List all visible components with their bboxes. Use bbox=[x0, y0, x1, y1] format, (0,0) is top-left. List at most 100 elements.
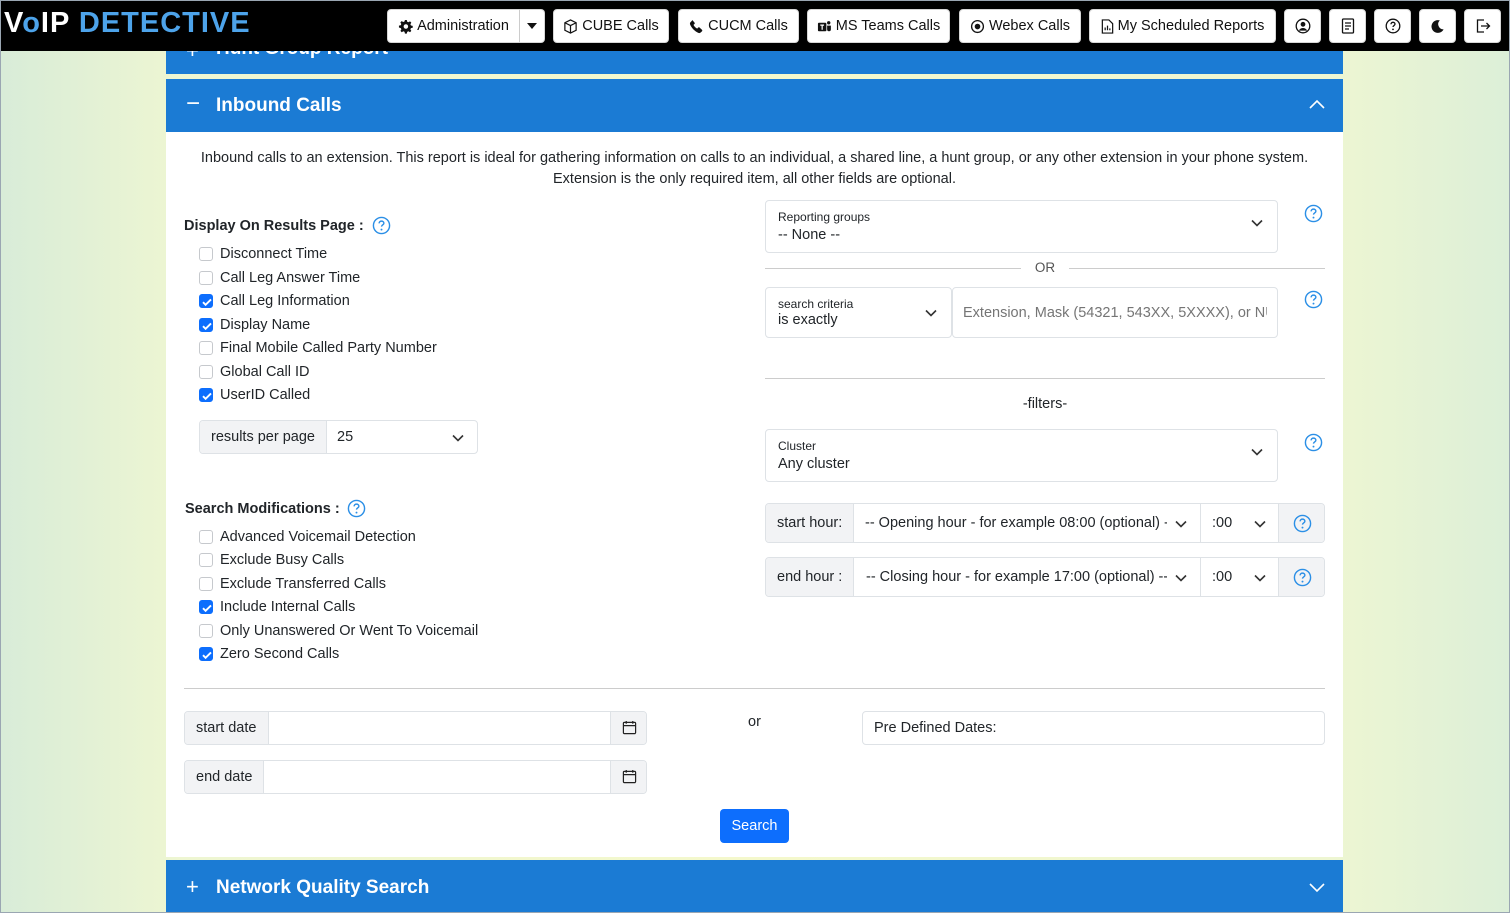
checkbox[interactable] bbox=[199, 341, 213, 355]
display-on-results-heading: Display On Results Page : bbox=[184, 218, 364, 234]
question-circle-icon[interactable] bbox=[1304, 433, 1323, 452]
record-circle-icon bbox=[970, 19, 985, 33]
documentation-button[interactable] bbox=[1329, 9, 1366, 43]
checkbox[interactable] bbox=[199, 623, 213, 638]
document-icon bbox=[1341, 18, 1354, 34]
reporting-groups-select[interactable]: Reporting groups -- None -- bbox=[765, 200, 1278, 253]
user-circle-icon bbox=[1295, 18, 1310, 34]
checkbox-label[interactable]: Include Internal Calls bbox=[220, 599, 355, 615]
start-minutes-select[interactable]: :00 bbox=[1212, 504, 1252, 542]
chevron-up-icon bbox=[1309, 99, 1325, 109]
checkbox-label[interactable]: UserID Called bbox=[220, 387, 310, 403]
my-scheduled-reports-button[interactable]: My Scheduled Reports bbox=[1089, 9, 1276, 43]
webex-calls-label: Webex Calls bbox=[988, 18, 1071, 34]
end-date-picker-button[interactable] bbox=[610, 761, 646, 793]
cucm-calls-button[interactable]: CUCM Calls bbox=[678, 9, 799, 43]
calendar-icon bbox=[622, 769, 637, 784]
checkbox-label[interactable]: Display Name bbox=[220, 317, 310, 333]
divider bbox=[184, 688, 1325, 689]
start-hour-group: start hour: -- Opening hour - for exampl… bbox=[765, 503, 1325, 543]
predefined-dates-select[interactable]: Pre Defined Dates: bbox=[862, 711, 1325, 745]
checkbox[interactable] bbox=[199, 270, 213, 285]
expand-icon: + bbox=[186, 874, 199, 899]
checkbox[interactable] bbox=[199, 388, 213, 402]
results-per-page-label: results per page bbox=[200, 421, 327, 453]
checkbox-label[interactable]: Exclude Transferred Calls bbox=[220, 576, 386, 592]
profile-button[interactable] bbox=[1284, 9, 1321, 43]
end-date-input[interactable] bbox=[264, 761, 611, 793]
administration-dropdown-toggle[interactable] bbox=[519, 9, 545, 43]
checkbox[interactable] bbox=[199, 530, 213, 544]
checkbox[interactable] bbox=[199, 294, 213, 308]
search-button[interactable]: Search bbox=[720, 809, 789, 843]
file-chart-icon bbox=[1101, 18, 1113, 34]
webex-calls-button[interactable]: Webex Calls bbox=[959, 9, 1081, 43]
end-hour-group: end hour : -- Closing hour - for example… bbox=[765, 557, 1325, 597]
checkbox[interactable] bbox=[199, 647, 213, 661]
question-circle-icon bbox=[1293, 514, 1312, 533]
checkbox-label[interactable]: Exclude Busy Calls bbox=[220, 552, 344, 568]
checkbox[interactable] bbox=[199, 247, 213, 261]
ms-teams-calls-label: MS Teams Calls bbox=[835, 18, 941, 34]
checkbox[interactable] bbox=[199, 576, 213, 591]
filters-label: -filters- bbox=[1022, 396, 1068, 412]
results-per-page-group: results per page 25 bbox=[199, 420, 478, 454]
voip-detective-logo[interactable]: VoIP DETECTIVE bbox=[4, 4, 251, 42]
collapse-icon: − bbox=[186, 90, 201, 117]
dark-mode-toggle[interactable] bbox=[1419, 9, 1456, 43]
divider bbox=[1069, 268, 1325, 269]
help-button[interactable] bbox=[1374, 9, 1411, 43]
cluster-select[interactable]: Cluster Any cluster bbox=[765, 429, 1278, 482]
start-hour-label: start hour: bbox=[766, 504, 854, 542]
checkbox-label[interactable]: Only Unanswered Or Went To Voicemail bbox=[220, 623, 478, 639]
divider bbox=[765, 268, 1021, 269]
end-hour-select[interactable]: -- Closing hour - for example 17:00 (opt… bbox=[866, 558, 1167, 596]
start-hour-help[interactable] bbox=[1278, 504, 1324, 542]
inbound-calls-header[interactable]: − Inbound Calls bbox=[166, 79, 1343, 132]
question-circle-icon[interactable] bbox=[1304, 204, 1323, 223]
start-date-picker-button[interactable] bbox=[610, 712, 646, 744]
end-hour-help[interactable] bbox=[1278, 558, 1324, 596]
checkbox[interactable] bbox=[199, 553, 213, 568]
checkbox-label[interactable]: Call Leg Information bbox=[220, 293, 350, 309]
start-date-label: start date bbox=[185, 712, 269, 744]
question-circle-icon bbox=[1385, 18, 1400, 34]
cube-calls-button[interactable]: CUBE Calls bbox=[553, 9, 669, 43]
checkbox-label[interactable]: Advanced Voicemail Detection bbox=[220, 529, 416, 545]
start-date-group: start date bbox=[184, 711, 647, 745]
ms-teams-calls-button[interactable]: MS Teams Calls bbox=[807, 9, 950, 43]
question-circle-icon[interactable] bbox=[347, 499, 366, 518]
chevron-down-icon bbox=[925, 309, 937, 317]
checkbox-label[interactable]: Call Leg Answer Time bbox=[220, 270, 360, 286]
results-per-page-select[interactable]: 25 bbox=[337, 421, 447, 453]
end-hour-label: end hour : bbox=[766, 558, 854, 596]
checkbox-label[interactable]: Disconnect Time bbox=[220, 246, 327, 262]
checkbox-label[interactable]: Zero Second Calls bbox=[220, 646, 339, 662]
checkbox[interactable] bbox=[199, 364, 213, 379]
start-hour-select[interactable]: -- Opening hour - for example 08:00 (opt… bbox=[865, 504, 1167, 542]
phone-icon bbox=[690, 19, 703, 33]
checkbox[interactable] bbox=[199, 600, 213, 615]
description-line-1: Inbound calls to an extension. This repo… bbox=[200, 150, 1309, 166]
reporting-groups-value: -- None -- bbox=[778, 227, 841, 243]
checkbox-label[interactable]: Final Mobile Called Party Number bbox=[220, 340, 437, 356]
checkbox-label[interactable]: Global Call ID bbox=[220, 364, 309, 380]
checkbox[interactable] bbox=[199, 317, 213, 332]
chevron-down-icon bbox=[1251, 448, 1263, 456]
question-circle-icon[interactable] bbox=[1304, 290, 1323, 309]
chevron-down-icon bbox=[1251, 219, 1263, 227]
reporting-groups-label: Reporting groups bbox=[778, 210, 871, 224]
start-date-input[interactable] bbox=[269, 712, 611, 744]
extension-input[interactable] bbox=[952, 287, 1278, 338]
box-icon bbox=[564, 18, 577, 34]
my-scheduled-reports-label: My Scheduled Reports bbox=[1117, 18, 1265, 34]
administration-button[interactable]: Administration bbox=[387, 9, 520, 43]
logout-button[interactable] bbox=[1464, 9, 1501, 43]
inbound-calls-title: Inbound Calls bbox=[216, 95, 342, 116]
network-quality-search-header[interactable]: + Network Quality Search bbox=[166, 860, 1343, 913]
question-circle-icon[interactable] bbox=[372, 216, 391, 235]
logout-icon bbox=[1476, 19, 1490, 33]
end-minutes-select[interactable]: :00 bbox=[1212, 558, 1252, 596]
caret-down-icon bbox=[527, 23, 537, 29]
search-criteria-select[interactable]: search criteria is exactly bbox=[765, 287, 952, 338]
